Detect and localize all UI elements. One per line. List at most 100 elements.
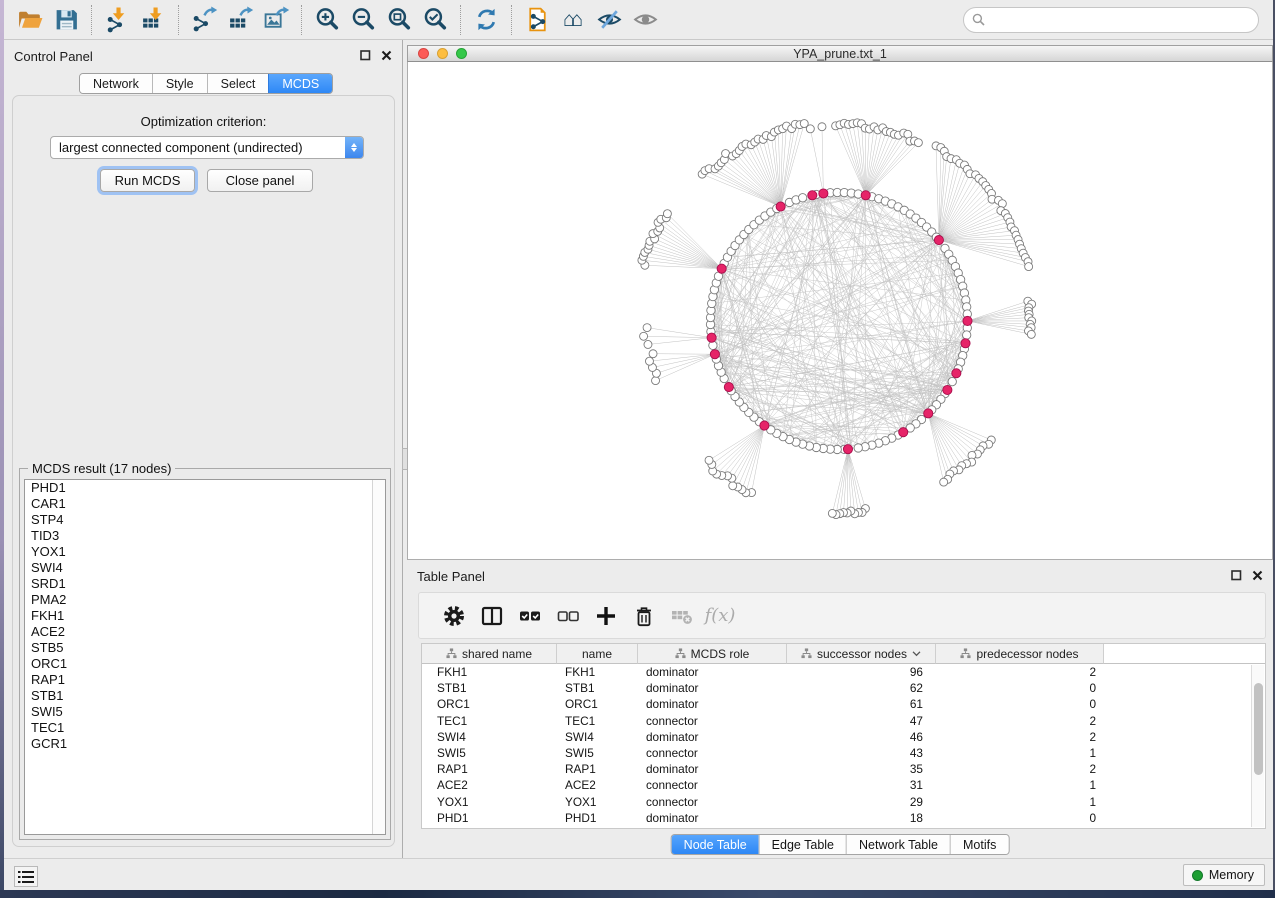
table-scrollbar-thumb[interactable] (1254, 683, 1263, 775)
tab-style[interactable]: Style (152, 74, 207, 93)
close-panel-button[interactable]: Close panel (207, 169, 313, 192)
criterion-dropdown[interactable]: largest connected component (undirected) (50, 136, 364, 159)
save-icon[interactable] (48, 4, 84, 36)
tab-mcds[interactable]: MCDS (268, 74, 332, 93)
search-input[interactable] (963, 7, 1259, 33)
run-mcds-button[interactable]: Run MCDS (100, 169, 195, 192)
table-row[interactable]: RAP1RAP1dominator352 (422, 761, 1265, 777)
zoom-in-icon[interactable] (309, 4, 345, 36)
tab-select[interactable]: Select (207, 74, 269, 93)
mcds-result-item[interactable]: STB1 (25, 688, 385, 704)
close-panel-icon[interactable] (381, 50, 392, 61)
select-all-icon[interactable] (511, 599, 549, 633)
cell-predecessor_nodes: 0 (936, 681, 1104, 695)
refresh-icon[interactable] (468, 4, 504, 36)
table-tabs: Node TableEdge TableNetwork TableMotifs (671, 834, 1010, 855)
zoom-out-icon[interactable] (345, 4, 381, 36)
delete-table-icon (663, 599, 701, 633)
import-table-icon[interactable] (135, 4, 171, 36)
cell-successor_nodes: 29 (787, 795, 936, 809)
table-row[interactable]: YOX1YOX1connector291 (422, 794, 1265, 810)
network-canvas[interactable] (407, 62, 1273, 560)
mcds-result-item[interactable]: ACE2 (25, 624, 385, 640)
cell-successor_nodes: 96 (787, 665, 936, 679)
deselect-all-icon[interactable] (549, 599, 587, 633)
cell-mcds_role: dominator (638, 762, 787, 776)
control-panel-tabs: NetworkStyleSelectMCDS (79, 73, 333, 94)
float-panel-icon[interactable] (1231, 570, 1242, 581)
table-row[interactable]: PHD1PHD1dominator180 (422, 810, 1265, 826)
mcds-result-item[interactable]: PMA2 (25, 592, 385, 608)
mcds-result-item[interactable]: TEC1 (25, 720, 385, 736)
cell-shared_name: SWI4 (422, 730, 557, 744)
result-list-scrollbar[interactable] (372, 480, 385, 834)
cell-predecessor_nodes: 1 (936, 778, 1104, 792)
tab-network[interactable]: Network (80, 74, 152, 93)
table-row[interactable]: SWI5SWI5connector431 (422, 745, 1265, 761)
table-row[interactable]: TEC1TEC1connector472 (422, 713, 1265, 729)
hide-selected-icon[interactable] (591, 4, 627, 36)
mcds-result-item[interactable]: SWI5 (25, 704, 385, 720)
show-all-icon[interactable] (627, 4, 663, 36)
mcds-result-item[interactable]: STB5 (25, 640, 385, 656)
cell-mcds_role: dominator (638, 730, 787, 744)
float-panel-icon[interactable] (360, 50, 371, 61)
delete-row-icon[interactable] (625, 599, 663, 633)
first-neighbors-icon[interactable]: ⌂⌂ (555, 4, 591, 36)
export-image-icon[interactable] (258, 4, 294, 36)
column-header-MCDS-role[interactable]: MCDS role (638, 644, 787, 664)
mcds-result-item[interactable]: CAR1 (25, 496, 385, 512)
cell-predecessor_nodes: 2 (936, 730, 1104, 744)
open-folder-icon[interactable] (12, 4, 48, 36)
mcds-result-item[interactable]: TID3 (25, 528, 385, 544)
cell-mcds_role: dominator (638, 681, 787, 695)
add-row-icon[interactable] (587, 599, 625, 633)
zoom-selected-icon[interactable] (417, 4, 453, 36)
mcds-result-item[interactable]: ORC1 (25, 656, 385, 672)
mcds-result-item[interactable]: FKH1 (25, 608, 385, 624)
table-row[interactable]: STB1STB1dominator620 (422, 680, 1265, 696)
mcds-result-title: MCDS result (17 nodes) (28, 461, 175, 476)
mcds-result-item[interactable]: PHD1 (25, 480, 385, 496)
export-network-icon[interactable] (186, 4, 222, 36)
table-scrollbar[interactable] (1251, 665, 1264, 827)
show-columns-icon[interactable] (473, 599, 511, 633)
export-table-icon[interactable] (222, 4, 258, 36)
tab-edge-table[interactable]: Edge Table (759, 835, 846, 854)
column-header-shared-name[interactable]: shared name (422, 644, 557, 664)
cell-mcds_role: dominator (638, 811, 787, 825)
tab-motifs[interactable]: Motifs (950, 835, 1008, 854)
mcds-result-item[interactable]: SWI4 (25, 560, 385, 576)
cell-name: STB1 (557, 681, 638, 695)
close-panel-icon[interactable] (1252, 570, 1263, 581)
network-window-titlebar[interactable]: YPA_prune.txt_1 (407, 45, 1273, 62)
mcds-result-item[interactable]: STP4 (25, 512, 385, 528)
column-header-successor-nodes[interactable]: successor nodes (787, 644, 936, 664)
column-header-name[interactable]: name (557, 644, 638, 664)
cell-shared_name: ACE2 (422, 778, 557, 792)
criterion-value: largest connected component (undirected) (51, 140, 345, 155)
task-history-button[interactable] (14, 866, 38, 887)
mcds-result-item[interactable]: GCR1 (25, 736, 385, 752)
cell-shared_name: TEC1 (422, 714, 557, 728)
mcds-result-item[interactable]: RAP1 (25, 672, 385, 688)
control-panel: Control Panel NetworkStyleSelectMCDS Opt… (4, 40, 403, 858)
mcds-result-item[interactable]: YOX1 (25, 544, 385, 560)
table-row[interactable]: FKH1FKH1dominator962 (422, 664, 1265, 680)
tab-node-table[interactable]: Node Table (672, 835, 759, 854)
cell-mcds_role: connector (638, 778, 787, 792)
zoom-fit-icon[interactable] (381, 4, 417, 36)
cell-mcds_role: dominator (638, 697, 787, 711)
column-header-predecessor-nodes[interactable]: predecessor nodes (936, 644, 1104, 664)
optimization-criterion-label: Optimization criterion: (13, 114, 394, 129)
mcds-result-item[interactable]: SRD1 (25, 576, 385, 592)
settings-icon[interactable] (435, 599, 473, 633)
table-row[interactable]: ACE2ACE2connector311 (422, 777, 1265, 793)
memory-button[interactable]: Memory (1183, 864, 1265, 886)
import-network-icon[interactable] (99, 4, 135, 36)
network-from-selection-icon[interactable] (519, 4, 555, 36)
tab-network-table[interactable]: Network Table (846, 835, 950, 854)
table-row[interactable]: ORC1ORC1dominator610 (422, 696, 1265, 712)
table-row[interactable]: SWI4SWI4dominator462 (422, 729, 1265, 745)
toolbar-separator (301, 5, 302, 35)
